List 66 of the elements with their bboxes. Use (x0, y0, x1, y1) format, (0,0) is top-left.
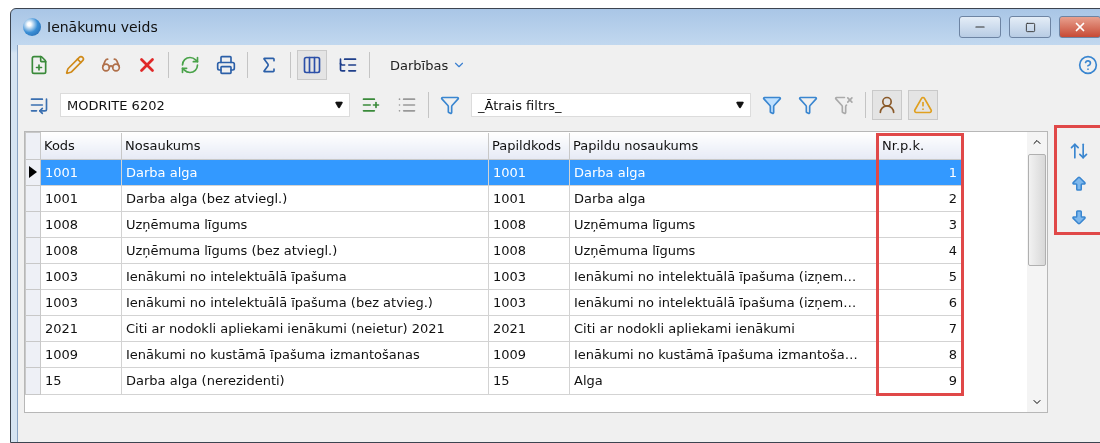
table-cell: Uzņēmuma līgums (bez atviegl.) (121, 237, 489, 263)
user-filter-icon[interactable] (872, 90, 902, 120)
table-cell: 15 (488, 367, 570, 394)
table-cell: 1003 (488, 263, 570, 289)
table-cell: 1001 (40, 159, 122, 185)
maximize-icon (1024, 21, 1036, 33)
dropdown-caret-icon (736, 101, 744, 109)
minimize-button[interactable] (959, 16, 1001, 38)
table-cell: Citi ar nodokli apliekami ienākumi (569, 315, 878, 341)
table-cell: 4 (877, 237, 963, 263)
table-cell: Alga (569, 367, 878, 394)
actions-menu[interactable]: Darbības (384, 56, 473, 74)
table-cell: Ienākumi no kustāmā īpašuma izmantoša… (569, 341, 878, 367)
table-cell: Ienākumi no kustāmā īpašuma izmantošanas (121, 341, 489, 367)
table-cell: 1003 (40, 263, 122, 289)
table-cell: 1003 (488, 289, 570, 315)
table-cell: 1001 (488, 159, 570, 185)
table-cell: Darba alga (bez atviegl.) (121, 185, 489, 211)
table-cell: 1009 (40, 341, 122, 367)
table-cell: 8 (877, 341, 963, 367)
table-cell: Uzņēmuma līgums (121, 211, 489, 237)
table-cell: 1001 (488, 185, 570, 211)
table-cell: Uzņēmuma līgums (569, 211, 878, 237)
table-cell: 1 (877, 159, 963, 185)
profile-dropdown[interactable]: MODRITE 6202 (60, 93, 350, 117)
close-button[interactable] (1059, 16, 1100, 38)
columns-icon[interactable] (297, 50, 327, 80)
close-icon (1073, 20, 1087, 34)
vertical-scrollbar[interactable] (1027, 132, 1047, 412)
table-cell: Ienākumi no intelektuālā īpašuma (izņem… (569, 263, 878, 289)
table-cell: 6 (877, 289, 963, 315)
table-cell: Uzņēmuma līgums (569, 237, 878, 263)
table-cell: 2 (877, 185, 963, 211)
quick-filter-dropdown[interactable]: _Ātrais filtrs_ (471, 93, 751, 117)
table-cell: 9 (877, 367, 963, 394)
table-cell: Ienākumi no intelektuālā īpašuma (bez atvieg.) (121, 289, 489, 315)
table-cell: Citi ar nodokli apliekami ienākumi (neietur) 2021 (121, 315, 489, 341)
maximize-button[interactable] (1009, 16, 1051, 38)
table-cell: Darba alga (nerezidenti) (121, 367, 489, 394)
dropdown-caret-icon (335, 101, 343, 109)
table-cell: 1008 (40, 211, 122, 237)
table-cell: 1008 (488, 211, 570, 237)
table-cell: 1001 (40, 185, 122, 211)
table-cell: 2021 (488, 315, 570, 341)
table-cell: 7 (877, 315, 963, 341)
column-header[interactable]: Nr.p.k. (877, 132, 963, 159)
table-cell: Darba alga (569, 159, 878, 185)
table-cell: Ienākumi no intelektuālā īpašuma (121, 263, 489, 289)
column-header[interactable]: Nosaukums (121, 132, 489, 159)
column-header[interactable]: Papildu nosaukums (569, 132, 878, 159)
table-cell: 5 (877, 263, 963, 289)
column-header[interactable]: Papildkods (488, 132, 570, 159)
table-cell: 2021 (40, 315, 122, 341)
window-title: Ienākumu veids (47, 19, 159, 35)
table-cell: Ienākumi no intelektuālā īpašuma (izņem… (569, 289, 878, 315)
warning-filter-icon[interactable] (908, 90, 938, 120)
app-logo-icon (23, 18, 41, 36)
table-cell: 1008 (488, 237, 570, 263)
table-cell: Darba alga (121, 159, 489, 185)
column-header[interactable]: Kods (40, 132, 122, 159)
table-cell: 3 (877, 211, 963, 237)
table-cell: 1008 (40, 237, 122, 263)
table-cell: 1003 (40, 289, 122, 315)
table-cell: 1009 (488, 341, 570, 367)
table-cell: 15 (40, 367, 122, 394)
table-cell: Darba alga (569, 185, 878, 211)
